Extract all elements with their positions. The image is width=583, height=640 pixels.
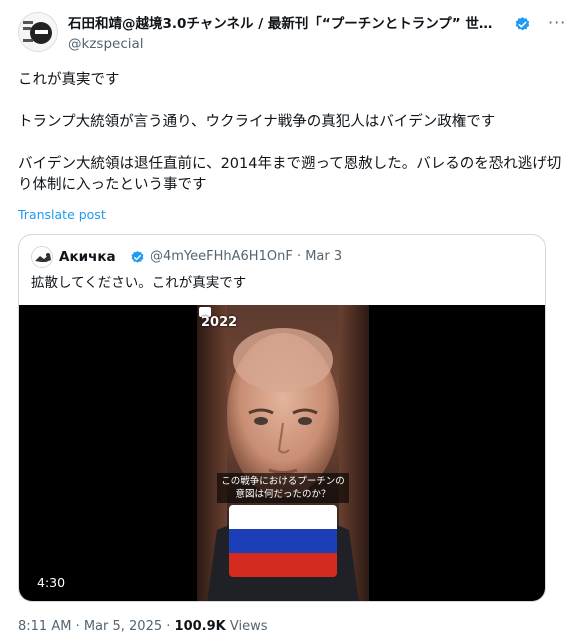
post-timestamp[interactable]: 8:11 AM · Mar 5, 2025 <box>18 619 162 634</box>
subtitle-line: この戦争におけるプーチンの <box>221 476 345 487</box>
verified-badge-icon <box>515 17 530 31</box>
video-player[interactable]: 2022 この戦争におけるプーチンの 意図は何だったのか？ 4:30 <box>19 305 545 601</box>
translate-post-link[interactable]: Translate post <box>18 207 106 223</box>
author-name[interactable]: 石田和靖@越境3.0チャンネル / 最新刊「“プーチンとトランプ” 世… <box>68 14 538 34</box>
post-body: これが真実です トランプ大統領が言う通り、ウクライナ戦争の真犯人はバイデン政権で… <box>18 70 563 196</box>
video-year-label: 2022 <box>201 315 238 330</box>
video-frame: 2022 この戦争におけるプーチンの 意図は何だったのか？ <box>197 305 369 601</box>
post-paragraph: これが真実です <box>18 72 120 88</box>
post-paragraph: バイデン大統領は退任直前に、2014年まで遡って恩赦した。バレるのを恐れ逃げ切り… <box>18 156 562 193</box>
author-handle[interactable]: @kzspecial <box>68 35 144 53</box>
footer-separator: · <box>166 619 171 634</box>
video-duration: 4:30 <box>37 575 66 590</box>
flag-stripe-red <box>229 553 337 577</box>
post-header: 石田和靖@越境3.0チャンネル / 最新刊「“プーチンとトランプ” 世… ···… <box>18 10 568 58</box>
quoted-meta: @4mYeeFHhA6H1OnF · Mar 3 <box>150 248 342 266</box>
quoted-author-name[interactable]: Акичка <box>59 248 116 266</box>
quoted-avatar-icon[interactable] <box>31 246 53 268</box>
quoted-post[interactable]: Акичка @4mYeeFHhA6H1OnF · Mar 3 拡散してください… <box>18 234 546 602</box>
quoted-verified-badge-icon <box>131 250 144 263</box>
quoted-date: · Mar 3 <box>296 249 343 264</box>
quoted-text: 拡散してください。これが真実です <box>31 275 247 291</box>
post-paragraph: トランプ大統領が言う通り、ウクライナ戦争の真犯人はバイデン政権です <box>18 114 496 130</box>
subtitle-line: 意図は何だったのか？ <box>235 489 331 500</box>
post-footer: 8:11 AM · Mar 5, 2025 · 100.9K Views <box>18 618 268 636</box>
flag-stripe-blue <box>229 529 337 553</box>
more-options-icon[interactable]: ··· <box>548 15 568 32</box>
video-subtitle: この戦争におけるプーチンの 意図は何だったのか？ <box>217 473 349 503</box>
author-avatar-icon[interactable] <box>18 12 58 52</box>
quoted-handle[interactable]: @4mYeeFHhA6H1OnF <box>150 249 293 264</box>
views-label: Views <box>229 619 268 634</box>
views-count: 100.9K <box>174 619 226 634</box>
flag-stripe-white <box>229 505 337 529</box>
russian-flag-icon <box>229 505 337 577</box>
